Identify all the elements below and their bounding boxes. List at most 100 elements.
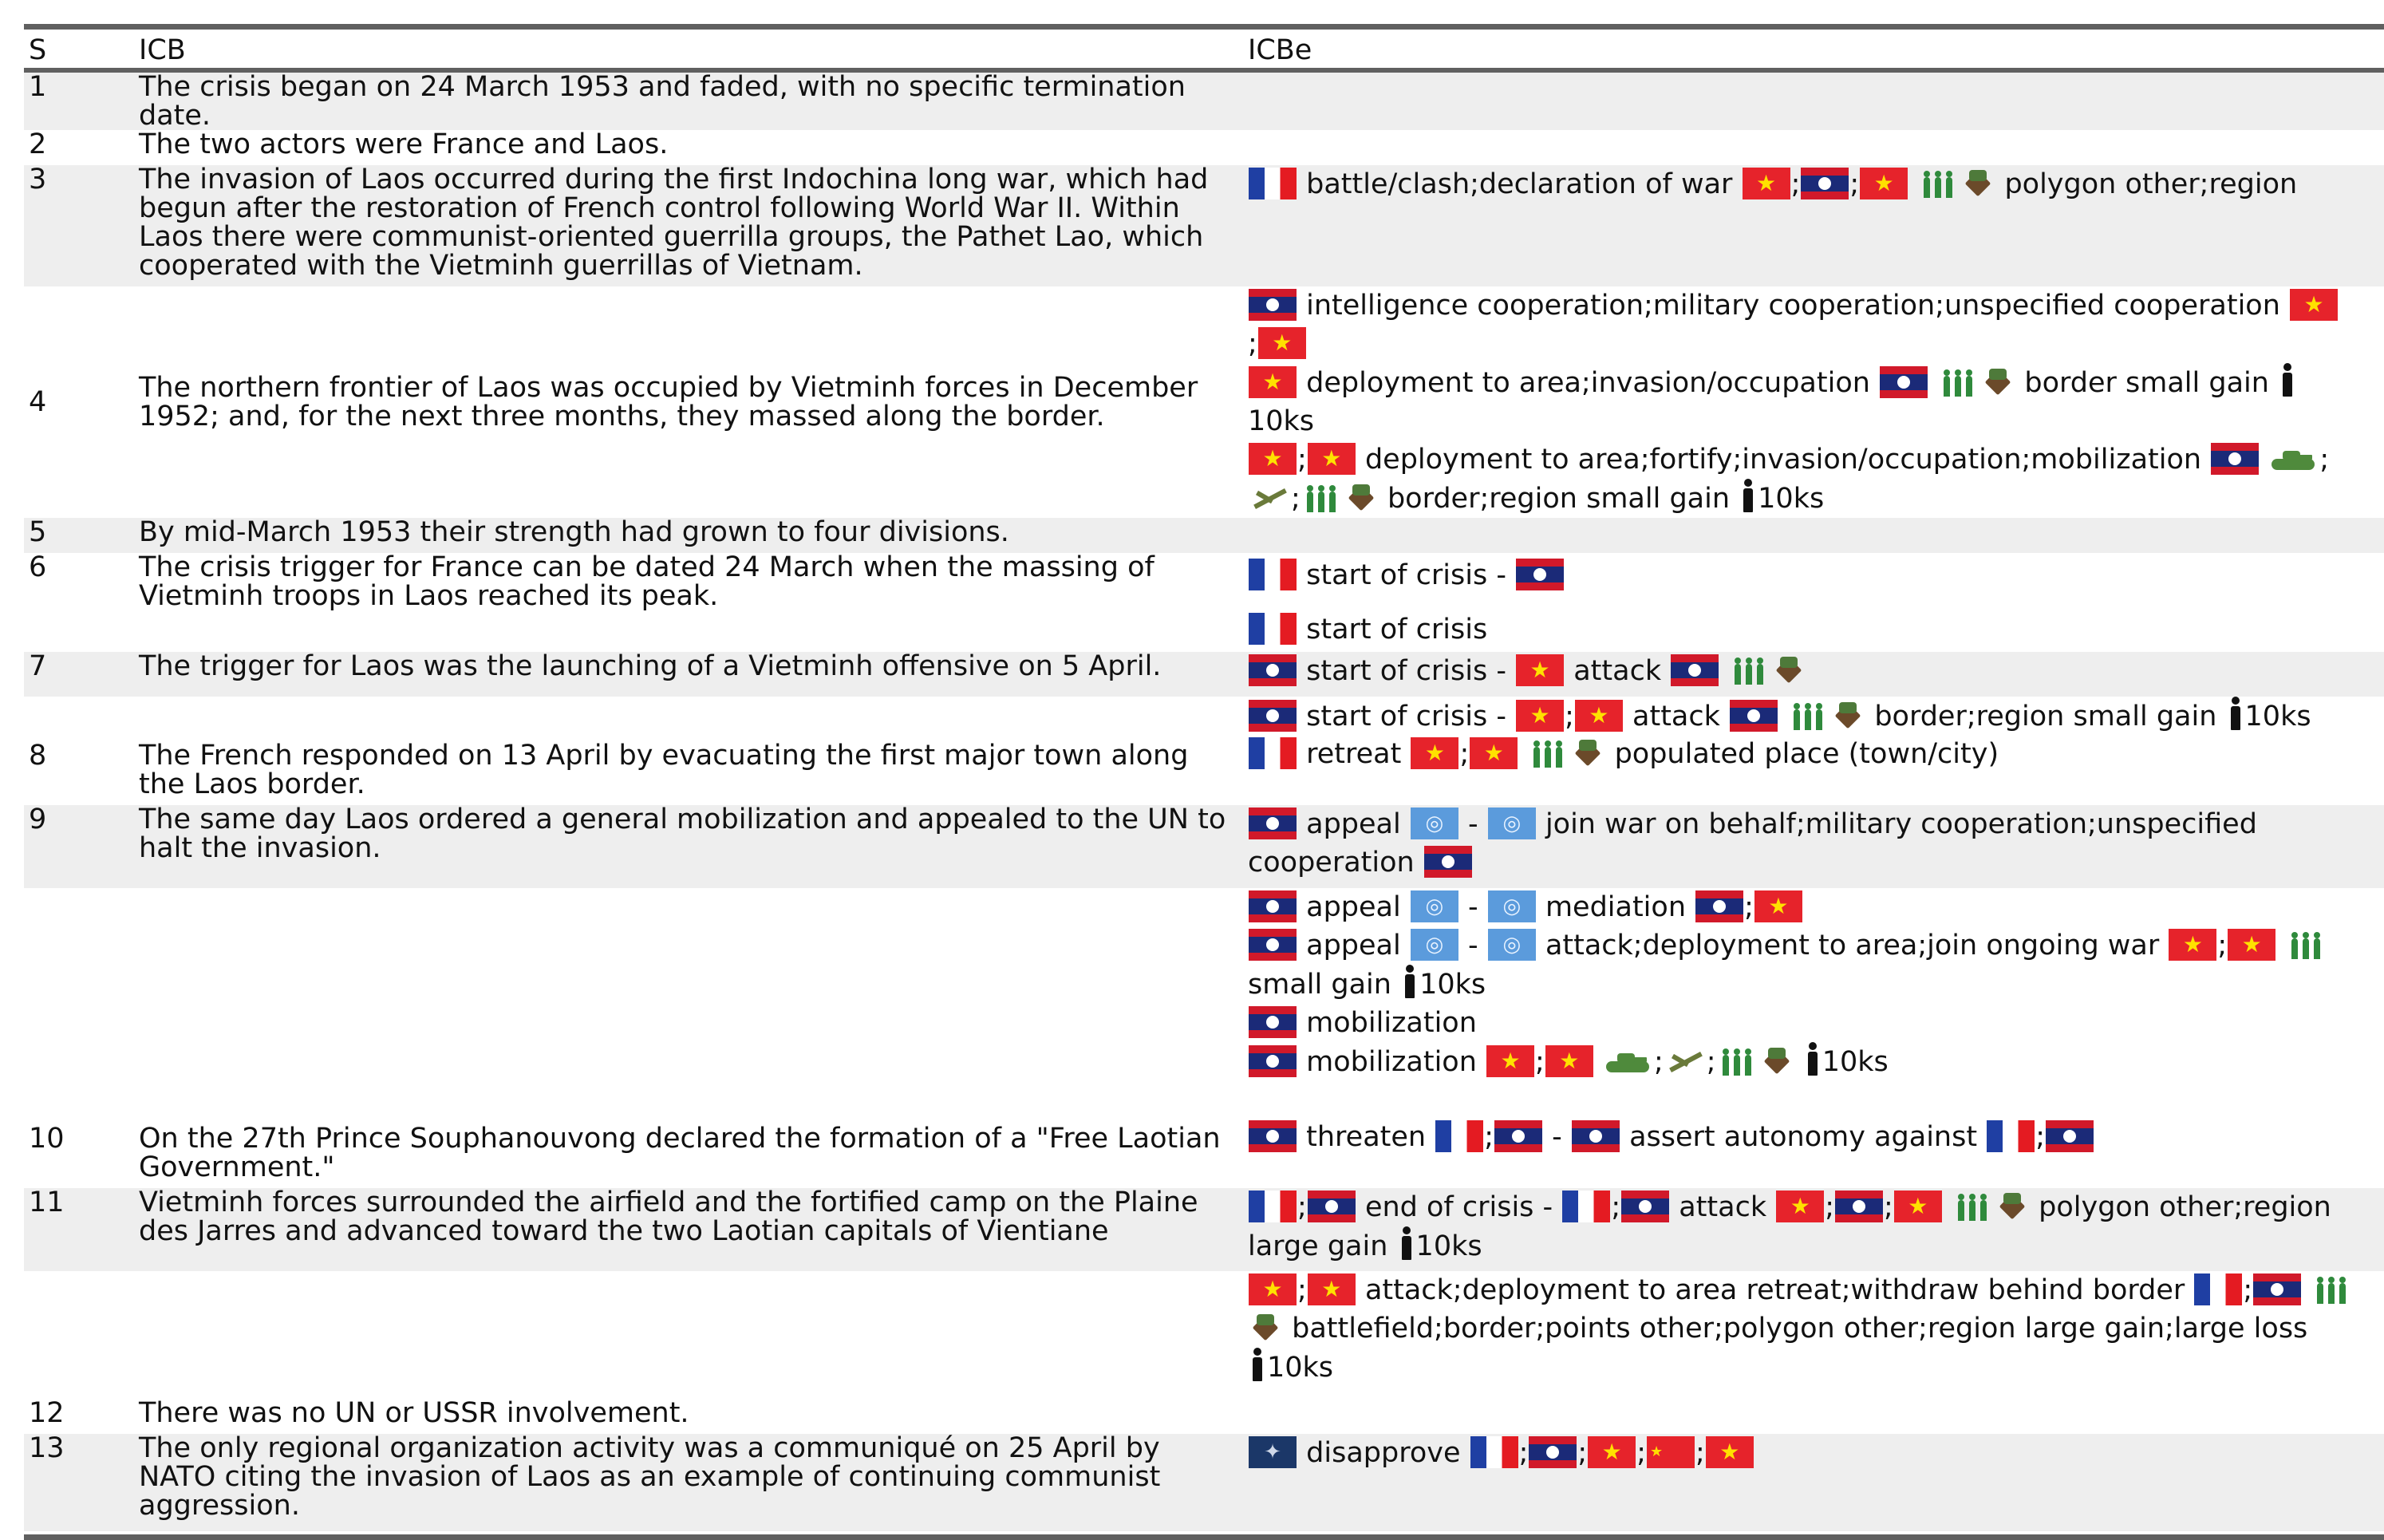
laos-flag-icon	[1249, 808, 1297, 839]
un-flag-icon: ◎	[1487, 808, 1536, 839]
table-row: 11 Vietminh forces surrounded the airfie…	[24, 1188, 2384, 1271]
vietnam-flag-icon: ★	[1860, 168, 1908, 199]
row-number: 13	[24, 1434, 134, 1531]
event-text: start of crisis	[1306, 614, 1488, 646]
territory-icon	[1773, 654, 1805, 686]
laos-flag-icon	[1249, 1120, 1297, 1152]
event-text: mediation	[1545, 891, 1686, 923]
separator: ;	[1636, 1437, 1647, 1469]
crisis-table: S ICB ICBe 1 The crisis began on 24 Marc…	[24, 24, 2384, 1540]
separator: ;	[1744, 891, 1754, 923]
table-row: 6 The crisis trigger for France can be d…	[24, 553, 2384, 652]
territory-icon	[1996, 1191, 2028, 1222]
event-line: appeal ◎ - ◎ attack;deployment to area;j…	[1248, 926, 2379, 1004]
fatalities-text: 10ks	[1415, 1230, 1482, 1262]
laos-flag-icon	[1249, 1006, 1297, 1038]
event-text: attack	[1632, 701, 1720, 732]
header-icb: ICB	[139, 34, 186, 66]
france-flag-icon	[2194, 1273, 2243, 1305]
event-text: mobilization	[1306, 1007, 1477, 1039]
table-row: 7 The trigger for Laos was the launching…	[24, 652, 2384, 697]
separator: ;	[1790, 168, 1801, 200]
vietnam-flag-icon: ★	[1516, 654, 1565, 686]
person-icon	[1249, 1348, 1265, 1383]
event-line: start of crisis -	[1248, 556, 2379, 594]
event-line: ★; ★ attack;deployment to area retreat;wi…	[1248, 1271, 2379, 1387]
icbe-cell: battle/clash;declaration of war ★;; ★ pol…	[1243, 165, 2384, 286]
header-s: S	[29, 34, 47, 66]
event-text: small gain	[1248, 969, 1391, 1001]
event-line: mobilization ★; ★ ;; 10ks	[1248, 1042, 2379, 1081]
laos-flag-icon	[1516, 559, 1565, 590]
table-row: 9 The same day Laos ordered a general mo…	[24, 805, 2384, 888]
troops-icon	[1939, 366, 1979, 398]
header-icbe: ICBe	[1248, 34, 1312, 66]
event-text: battlefield;border;points other;polygon …	[1292, 1313, 2308, 1345]
empty-cell	[24, 1271, 134, 1399]
top-rule	[24, 24, 2384, 30]
table-row: 3 The invasion of Laos occurred during t…	[24, 165, 2384, 286]
france-flag-icon	[1249, 737, 1297, 769]
event-text: attack;deployment to area;join ongoing w…	[1545, 930, 2160, 962]
separator: ;	[1849, 168, 1860, 200]
person-icon	[1402, 965, 1418, 1000]
event-text: appeal	[1306, 930, 1401, 962]
laos-flag-icon	[1671, 654, 1719, 686]
event-line: appeal ◎ - ◎ join war on behalf;military…	[1248, 805, 2379, 882]
fatalities-text: 10ks	[2244, 701, 2311, 732]
separator: -	[1552, 1121, 1562, 1153]
separator: ;	[2243, 1274, 2253, 1306]
fatalities-text: 10ks	[1822, 1046, 1889, 1078]
event-text: appeal	[1306, 808, 1401, 840]
troops-icon	[1718, 1045, 1758, 1077]
vietnam-flag-icon: ★	[1705, 1436, 1754, 1468]
person-icon	[1399, 1226, 1415, 1262]
vietnam-flag-icon: ★	[1776, 1191, 1825, 1222]
separator: ;	[1535, 1046, 1545, 1078]
tank-icon	[1604, 1045, 1652, 1077]
icb-text: By mid-March 1953 their strength had gro…	[134, 518, 1243, 553]
troops-icon	[1789, 700, 1829, 732]
un-flag-icon: ◎	[1487, 890, 1536, 922]
laos-flag-icon	[1730, 700, 1778, 732]
separator: ;	[1484, 1121, 1494, 1153]
event-line: retreat ★; ★ populated place (town/city)	[1248, 735, 2379, 773]
separator: ;	[1291, 483, 1301, 515]
event-line: ✦ disapprove ;;★;;★	[1248, 1434, 2379, 1472]
row-number: 4	[29, 386, 47, 418]
vietnam-flag-icon: ★	[1574, 700, 1623, 732]
icbe-cell	[1243, 130, 2384, 165]
vietnam-flag-icon: ★	[2228, 929, 2276, 961]
laos-flag-icon	[1249, 700, 1297, 732]
separator: ;	[1518, 1437, 1529, 1469]
icb-text: The northern frontier of Laos was occupi…	[139, 372, 1198, 432]
territory-icon	[1345, 482, 1377, 514]
event-line: ★; ★ deployment to area;fortify;invasion/…	[1248, 440, 2379, 518]
row-number: 3	[24, 165, 134, 286]
event-text: border small gain	[2024, 367, 2269, 399]
fatalities-text: 10ks	[1267, 1352, 1334, 1384]
event-text: deployment to area;invasion/occupation	[1306, 367, 1870, 399]
china-flag-icon	[1647, 1436, 1695, 1468]
person-icon	[1740, 479, 1756, 514]
icbe-cell: ★; ★ attack;deployment to area retreat;wi…	[1243, 1271, 2384, 1399]
event-text: disapprove	[1306, 1437, 1461, 1469]
person-icon	[1805, 1042, 1821, 1077]
territory-icon	[1761, 1045, 1793, 1077]
france-flag-icon	[1249, 168, 1297, 199]
separator: ;	[1825, 1191, 1835, 1223]
event-text: threaten	[1306, 1121, 1427, 1153]
event-line: mobilization	[1248, 1004, 2379, 1042]
event-line: start of crisis - ★; ★ attack border;regi…	[1248, 697, 2379, 736]
event-line: battle/clash;declaration of war ★;; ★ pol…	[1248, 165, 2379, 203]
laos-flag-icon	[2046, 1120, 2094, 1152]
laos-flag-icon	[1249, 929, 1297, 961]
separator: ;	[1459, 738, 1470, 770]
france-flag-icon	[1249, 613, 1297, 645]
icb-text: The French responded on 13 April by evac…	[139, 740, 1189, 800]
empty-cell	[24, 697, 134, 741]
icb-text: The trigger for Laos was the launching o…	[134, 652, 1243, 697]
event-line: appeal ◎ - ◎ mediation ; ★	[1248, 888, 2379, 926]
vietnam-flag-icon: ★	[1588, 1436, 1636, 1468]
icb-text: The crisis trigger for France can be dat…	[139, 551, 1155, 612]
